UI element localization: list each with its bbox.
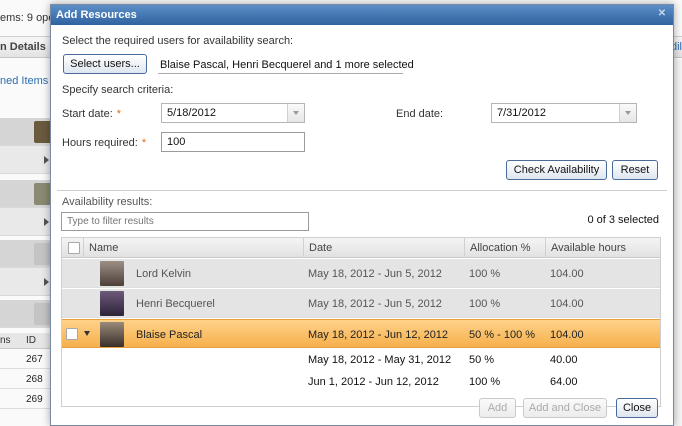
table-row-selected[interactable]: Blaise Pascal May 18, 2012 - Jun 12, 201… [62, 319, 660, 348]
add-resources-dialog: Add Resources ✕ Select the required user… [50, 4, 674, 426]
availability-grid: Name Date Allocation % Available hours L… [61, 237, 661, 407]
row-date: May 18, 2012 - Jun 5, 2012 [308, 298, 442, 310]
row-name: Lord Kelvin [136, 268, 192, 280]
subrow-date: May 18, 2012 - May 31, 2012 [308, 354, 452, 366]
hours-label-text: Hours required: [62, 137, 138, 149]
row-allocation: 50 % - 100 % [469, 329, 536, 341]
hours-required-input[interactable] [161, 132, 305, 152]
section-divider [57, 190, 667, 191]
results-label: Availability results: [62, 196, 153, 208]
subrow-allocation: 50 % [469, 354, 495, 366]
required-marker: * [141, 137, 147, 149]
col-header-name[interactable]: Name [83, 238, 303, 258]
avatar [100, 322, 124, 347]
subrow-allocation: 100 % [469, 376, 501, 388]
subrow-date: Jun 1, 2012 - Jun 12, 2012 [308, 376, 439, 388]
bg-col-header-id[interactable]: ID [26, 335, 36, 346]
row-allocation: 100 % [469, 268, 501, 280]
bg-id-cell: 269 [26, 394, 43, 405]
row-date: May 18, 2012 - Jun 5, 2012 [308, 268, 442, 280]
check-availability-button[interactable]: Check Availability [506, 160, 607, 180]
row-checkbox[interactable] [66, 328, 78, 340]
add-button[interactable]: Add [479, 398, 516, 418]
divider [0, 408, 52, 409]
bg-resource-row[interactable] [0, 240, 52, 268]
row-hours: 104.00 [550, 268, 584, 280]
add-and-close-button[interactable]: Add and Close [523, 398, 607, 418]
table-row[interactable]: Henri Becquerel May 18, 2012 - Jun 5, 20… [62, 289, 660, 318]
sub-row: Jun 1, 2012 - Jun 12, 2012 100 % 64.00 [62, 371, 660, 393]
avatar [100, 291, 124, 316]
required-marker: * [116, 108, 122, 120]
bg-id-cell: 267 [26, 354, 43, 365]
avatar [100, 261, 124, 286]
start-date-label: Start date: * [62, 108, 121, 120]
end-date-value: 7/31/2012 [497, 107, 546, 119]
expand-row-icon[interactable] [84, 331, 90, 336]
chevron-down-icon [293, 111, 299, 115]
bg-resource-row[interactable] [0, 118, 52, 146]
end-date-dropdown-button[interactable] [619, 104, 636, 122]
chevron-down-icon [625, 111, 631, 115]
items-count-text: ems: 9 ope [0, 12, 55, 24]
selected-users-text: Blaise Pascal, Henri Becquerel and 1 mor… [160, 59, 414, 71]
start-date-value: 5/18/2012 [167, 107, 216, 119]
divider [158, 73, 403, 74]
row-date: May 18, 2012 - Jun 12, 2012 [308, 329, 449, 341]
divider [0, 388, 52, 389]
grid-header: Name Date Allocation % Available hours [62, 238, 660, 258]
bg-resource-row[interactable] [0, 300, 52, 328]
dialog-title: Add Resources [56, 9, 137, 21]
bg-resource-row[interactable] [0, 268, 52, 296]
selection-count: 0 of 3 selected [587, 214, 659, 226]
hours-label: Hours required: * [62, 137, 146, 149]
filter-results-input[interactable] [61, 212, 309, 231]
subrow-hours: 64.00 [550, 376, 578, 388]
end-date-picker[interactable]: 7/31/2012 [491, 103, 637, 123]
expand-arrow-icon[interactable] [44, 156, 49, 164]
subrow-hours: 40.00 [550, 354, 578, 366]
details-tab[interactable]: n Details [0, 41, 46, 53]
sub-row: May 18, 2012 - May 31, 2012 50 % 40.00 [62, 349, 660, 371]
planned-items-link[interactable]: ned Items [0, 75, 48, 87]
bg-col-header[interactable]: ns [0, 335, 11, 346]
expand-arrow-icon[interactable] [44, 218, 49, 226]
close-button[interactable]: Close [616, 398, 658, 418]
select-all-checkbox[interactable] [68, 242, 80, 254]
expand-arrow-icon[interactable] [44, 278, 49, 286]
reset-button[interactable]: Reset [612, 160, 658, 180]
start-date-label-text: Start date: [62, 108, 113, 120]
dialog-title-bar[interactable]: Add Resources ✕ [51, 5, 673, 25]
criteria-label: Specify search criteria: [62, 84, 174, 96]
select-users-button[interactable]: Select users... [63, 54, 147, 74]
close-icon[interactable]: ✕ [657, 9, 667, 19]
divider [0, 368, 52, 369]
end-date-label: End date: [396, 108, 444, 120]
start-date-dropdown-button[interactable] [287, 104, 304, 122]
row-hours: 104.00 [550, 329, 584, 341]
bg-id-cell: 268 [26, 374, 43, 385]
select-users-prompt: Select the required users for availabili… [62, 35, 294, 47]
bg-resource-row[interactable] [0, 208, 52, 236]
row-name: Blaise Pascal [136, 329, 203, 341]
table-row[interactable]: Lord Kelvin May 18, 2012 - Jun 5, 2012 1… [62, 259, 660, 288]
bg-resource-row[interactable] [0, 180, 52, 208]
col-header-date[interactable]: Date [303, 238, 464, 258]
col-header-allocation[interactable]: Allocation % [464, 238, 545, 258]
col-header-available-hours[interactable]: Available hours [545, 238, 660, 258]
start-date-picker[interactable]: 5/18/2012 [161, 103, 305, 123]
row-hours: 104.00 [550, 298, 584, 310]
bg-resource-row[interactable] [0, 146, 52, 174]
row-name: Henri Becquerel [136, 298, 215, 310]
row-allocation: 100 % [469, 298, 501, 310]
bg-table-header: ns ID [0, 333, 52, 349]
